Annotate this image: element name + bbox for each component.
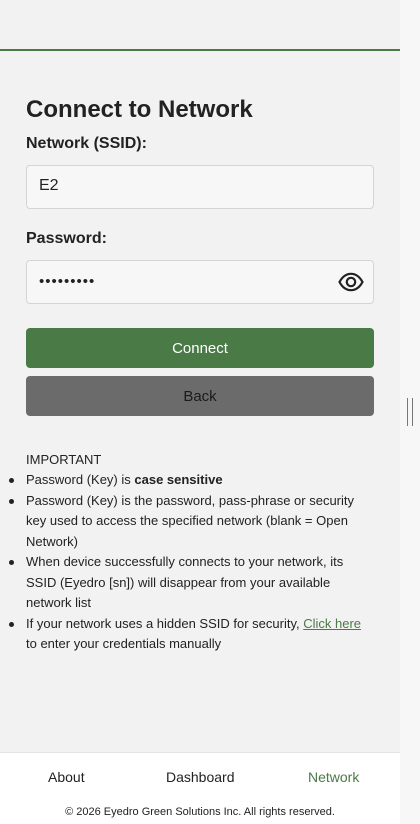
header-bar bbox=[0, 0, 400, 51]
nav-about[interactable]: About bbox=[48, 768, 85, 786]
scrollbar-grip-icon[interactable] bbox=[407, 398, 413, 426]
note-text: Password (Key) is bbox=[26, 472, 135, 487]
ssid-label: Network (SSID): bbox=[26, 135, 147, 152]
footer-nav: About Dashboard Network bbox=[0, 768, 400, 786]
nav-network[interactable]: Network bbox=[308, 768, 359, 786]
password-input[interactable] bbox=[27, 261, 341, 301]
click-here-link[interactable]: Click here bbox=[303, 616, 361, 631]
ssid-input[interactable] bbox=[27, 166, 341, 206]
note-emphasis: case sensitive bbox=[134, 472, 223, 487]
password-field-box[interactable] bbox=[26, 260, 374, 304]
connect-form: Connect to Network Network (SSID): Passw… bbox=[9, 94, 374, 655]
copyright: © 2026 Eyedro Green Solutions Inc. All r… bbox=[65, 806, 335, 818]
nav-dashboard[interactable]: Dashboard bbox=[166, 768, 235, 786]
important-notes: IMPORTANT Password (Key) is case sensiti… bbox=[9, 450, 374, 655]
eye-icon[interactable] bbox=[338, 270, 364, 294]
back-button[interactable]: Back bbox=[26, 376, 374, 416]
page-title: Connect to Network bbox=[26, 96, 253, 123]
password-label: Password: bbox=[26, 230, 107, 247]
ssid-field-box[interactable] bbox=[26, 165, 374, 209]
connect-button[interactable]: Connect bbox=[26, 328, 374, 368]
notes-list: Password (Key) is case sensitive Passwor… bbox=[9, 470, 374, 655]
list-item: If your network uses a hidden SSID for s… bbox=[9, 614, 374, 655]
list-item: Password (Key) is the password, pass-phr… bbox=[9, 491, 374, 553]
important-heading: IMPORTANT bbox=[26, 452, 102, 467]
list-item: When device successfully connects to you… bbox=[9, 552, 374, 614]
note-text: If your network uses a hidden SSID for s… bbox=[26, 615, 304, 631]
list-item: Password (Key) is case sensitive bbox=[9, 470, 374, 491]
page: Connect to Network Network (SSID): Passw… bbox=[0, 0, 400, 824]
note-text: to enter your credentials manually bbox=[26, 636, 222, 651]
footer: About Dashboard Network © 2026 Eyedro Gr… bbox=[0, 752, 400, 824]
